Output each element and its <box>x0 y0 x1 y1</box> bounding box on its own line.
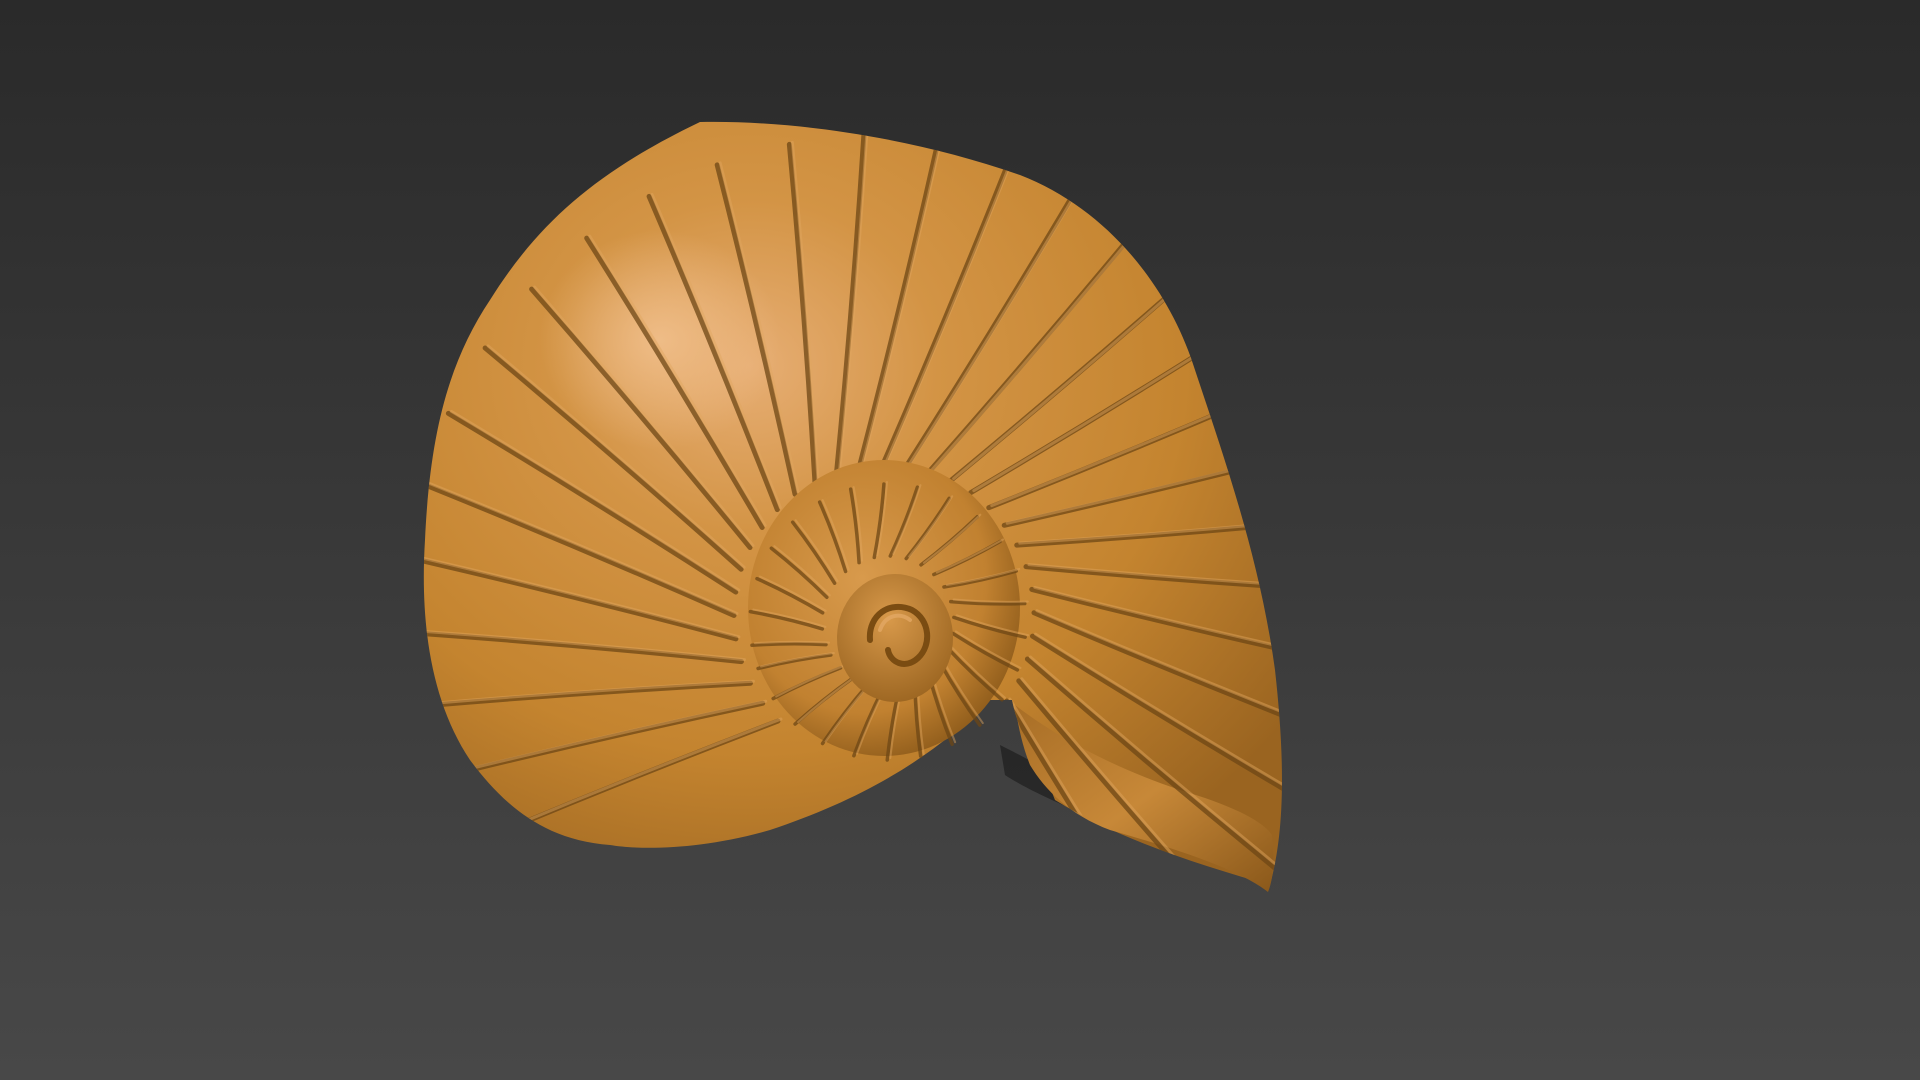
scene-canvas[interactable] <box>0 0 1920 1080</box>
shell-inner-coil <box>837 574 953 702</box>
ammonite-shell-model[interactable] <box>404 121 1366 988</box>
3d-viewport[interactable] <box>0 0 1920 1080</box>
shell-rib-groove <box>750 642 828 647</box>
